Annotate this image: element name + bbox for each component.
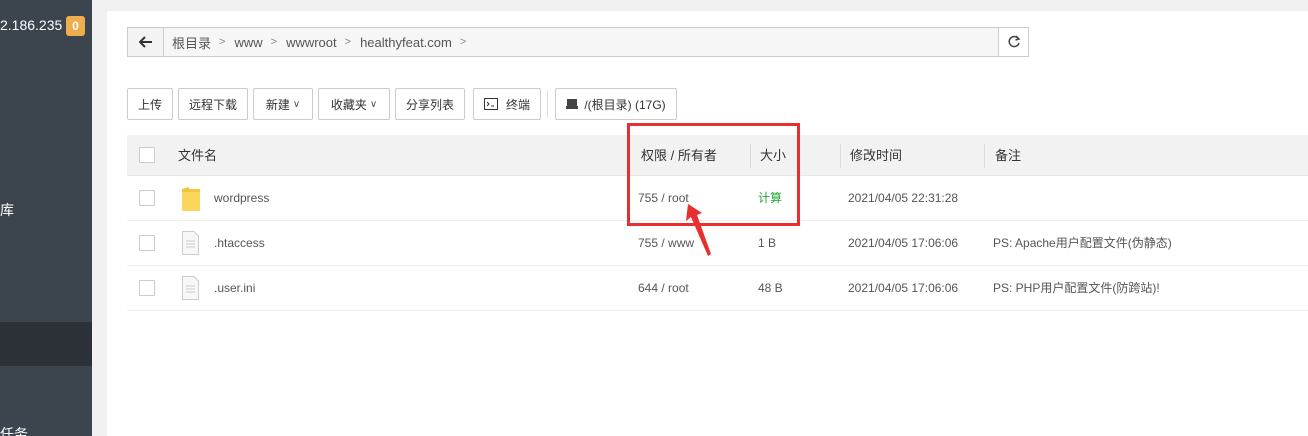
refresh-button[interactable]	[998, 28, 1028, 56]
chevron-right-icon: >	[219, 36, 226, 48]
share-list-label: 分享列表	[405, 97, 454, 112]
file-manager-panel: 根目录 > www > wwwroot > healthyfeat.com > …	[107, 11, 1308, 436]
back-button[interactable]	[128, 28, 164, 56]
file-name[interactable]: .user.ini	[214, 266, 255, 311]
column-separator	[840, 144, 841, 168]
breadcrumb-item-www[interactable]: www	[234, 35, 262, 50]
header-size[interactable]: 大小	[760, 135, 786, 176]
file-mtime: 2021/04/05 22:31:28	[848, 191, 959, 205]
folder-icon	[182, 187, 200, 211]
breadcrumb-item-site[interactable]: healthyfeat.com	[360, 35, 452, 50]
toolbar-divider	[547, 90, 548, 118]
header-mtime[interactable]: 修改时间	[850, 135, 902, 176]
file-size: 1 B	[758, 236, 777, 250]
table-row[interactable]: .htaccess 755 / www 1 B 2021/04/05 17:06…	[127, 221, 1308, 266]
terminal-icon	[483, 98, 498, 110]
table-header: 文件名 权限 / 所有者 大小 修改时间 备注	[127, 135, 1308, 176]
file-size: 48 B	[758, 281, 783, 295]
file-table: 文件名 权限 / 所有者 大小 修改时间 备注 wordpress 755 / …	[127, 135, 1308, 311]
disk-label: /(根目录) (17G)	[584, 97, 666, 112]
upload-button[interactable]: 上传	[127, 88, 173, 120]
header-name[interactable]: 文件名	[178, 135, 217, 176]
server-ip: 2.186.235	[0, 17, 63, 33]
chevron-down-icon: ∨	[292, 98, 301, 110]
breadcrumb-item-root[interactable]: 根目录	[172, 33, 211, 52]
row-checkbox[interactable]	[139, 235, 155, 251]
favorites-button[interactable]: 收藏夹 ∨	[318, 88, 390, 120]
file-icon	[182, 231, 199, 255]
remote-download-button[interactable]: 远程下载	[178, 88, 248, 120]
refresh-icon	[1007, 35, 1020, 48]
row-checkbox[interactable]	[139, 280, 155, 296]
file-permission[interactable]: 755 / www	[638, 221, 694, 266]
terminal-label: 终端	[505, 97, 530, 112]
sidebar-item-tasks[interactable]: 任务	[0, 424, 28, 436]
new-label: 新建	[265, 97, 290, 112]
sidebar: 2.186.235 0 库 任务	[0, 0, 92, 436]
share-list-button[interactable]: 分享列表	[395, 88, 465, 120]
row-checkbox[interactable]	[139, 190, 155, 206]
column-separator	[984, 144, 985, 168]
file-icon	[182, 276, 199, 300]
header-permission[interactable]: 权限 / 所有者	[641, 135, 717, 176]
chevron-down-icon: ∨	[369, 98, 378, 110]
file-permission[interactable]: 755 / root	[638, 176, 689, 221]
favorites-label: 收藏夹	[330, 97, 367, 112]
file-mtime: 2021/04/05 17:06:06	[848, 281, 959, 295]
table-row[interactable]: .user.ini 644 / root 48 B 2021/04/05 17:…	[127, 266, 1308, 311]
arrow-left-icon	[138, 36, 152, 48]
header-note[interactable]: 备注	[995, 135, 1021, 176]
disk-icon	[566, 99, 579, 109]
file-note: PS: Apache用户配置文件(伪静态)	[993, 236, 1172, 250]
new-button[interactable]: 新建 ∨	[253, 88, 313, 120]
terminal-button[interactable]: 终端	[473, 88, 541, 120]
select-all-checkbox[interactable]	[139, 147, 155, 163]
table-row[interactable]: wordpress 755 / root 计算 2021/04/05 22:31…	[127, 176, 1308, 221]
remote-download-label: 远程下载	[188, 97, 237, 112]
disk-button[interactable]: /(根目录) (17G)	[555, 88, 677, 120]
notification-badge[interactable]: 0	[66, 16, 85, 36]
chevron-right-icon: >	[344, 36, 352, 48]
sidebar-item-files-active[interactable]	[0, 322, 92, 366]
breadcrumb: 根目录 > www > wwwroot > healthyfeat.com >	[164, 28, 998, 56]
file-name[interactable]: wordpress	[214, 176, 269, 221]
file-permission[interactable]: 644 / root	[638, 266, 689, 311]
file-name[interactable]: .htaccess	[214, 221, 265, 266]
breadcrumb-item-wwwroot[interactable]: wwwroot	[286, 35, 337, 50]
file-note: PS: PHP用户配置文件(防跨站)!	[993, 281, 1160, 295]
upload-label: 上传	[137, 97, 162, 112]
chevron-right-icon: >	[459, 36, 467, 48]
chevron-right-icon: >	[270, 36, 278, 48]
column-separator	[750, 144, 751, 168]
sidebar-item-database[interactable]: 库	[0, 200, 14, 220]
file-mtime: 2021/04/05 17:06:06	[848, 236, 959, 250]
calculate-size-link[interactable]: 计算	[758, 176, 782, 221]
path-bar: 根目录 > www > wwwroot > healthyfeat.com >	[127, 27, 1029, 57]
